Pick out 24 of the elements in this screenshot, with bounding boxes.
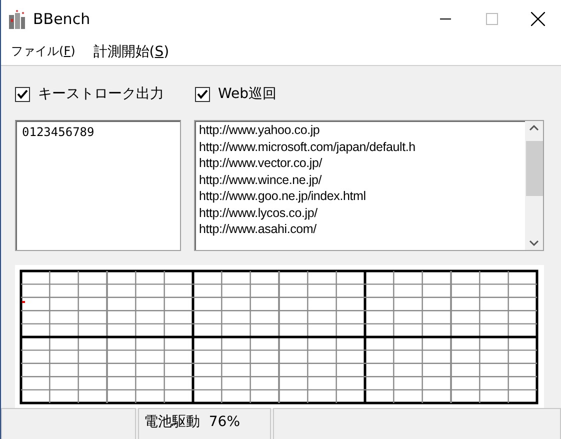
- app-icon: [7, 9, 27, 29]
- url-item[interactable]: http://www.vector.co.jp/: [199, 155, 525, 172]
- option-checkbox[interactable]: Web巡回: [195, 85, 375, 103]
- scrollbar[interactable]: [525, 121, 543, 250]
- check-icon: [197, 88, 208, 100]
- battery-status: 電池駆動 76%: [138, 408, 271, 439]
- url-item[interactable]: http://www.asahi.com/: [199, 221, 525, 238]
- menu-item[interactable]: 計測開始(S): [91, 40, 172, 62]
- checkbox[interactable]: [15, 86, 30, 102]
- window-title: BBench: [33, 10, 92, 28]
- maximize-icon: [486, 13, 498, 25]
- scrollbar-thumb[interactable]: [526, 141, 542, 196]
- url-list[interactable]: http://www.yahoo.co.jp http://www.microsoft.com/japan/default.h http://www.vector.co.jp/ http://www.wince.ne.jp/ http://www.goo.ne.jp/index.html http://www.lycos.co.jp/ http://www.asahi.com/: [194, 120, 544, 251]
- keystroke-field[interactable]: 0123456789: [15, 120, 181, 251]
- checkbox[interactable]: [195, 86, 210, 102]
- check-icon: [17, 88, 28, 100]
- close-icon: [531, 12, 545, 26]
- url-item[interactable]: http://www.goo.ne.jp/index.html: [199, 188, 525, 204]
- url-item[interactable]: http://www.wince.ne.jp/: [199, 172, 525, 188]
- option-checkbox[interactable]: キーストローク出力: [15, 85, 195, 103]
- url-item[interactable]: http://www.lycos.co.jp/: [199, 204, 525, 221]
- menu-item[interactable]: ファイル(F): [9, 41, 78, 62]
- url-item[interactable]: http://www.microsoft.com/japan/default.h: [199, 138, 525, 155]
- url-item[interactable]: http://www.yahoo.co.jp: [199, 122, 525, 138]
